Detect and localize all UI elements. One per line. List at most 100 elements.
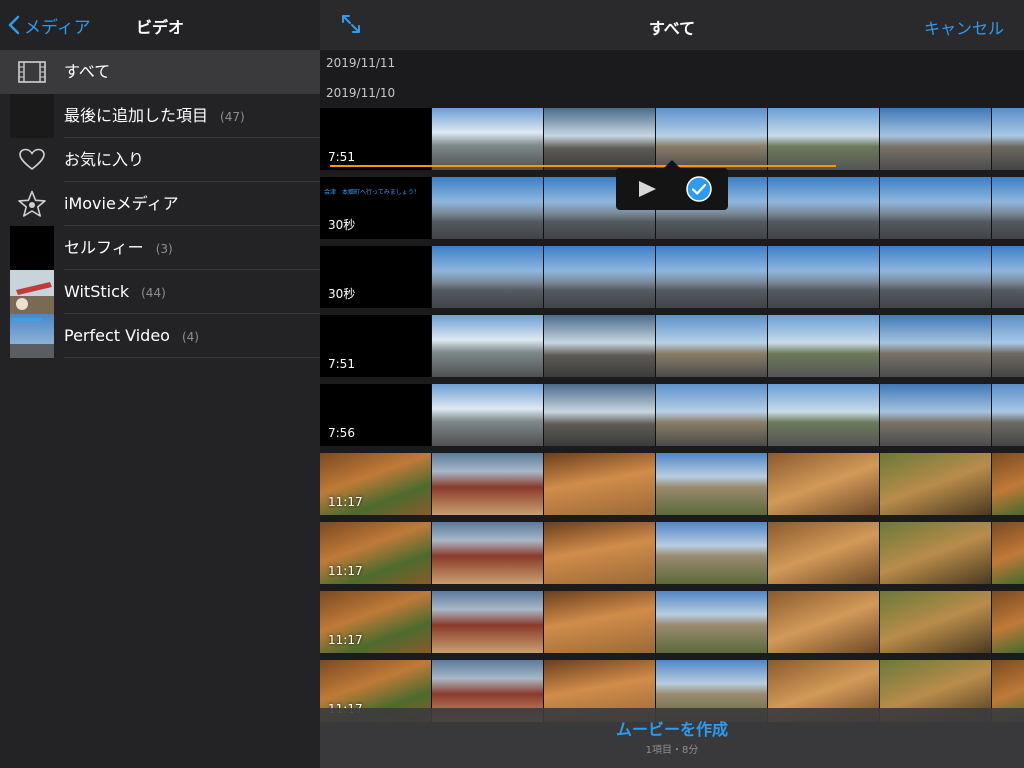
clip-action-popup [616, 160, 728, 210]
clip-thumbnail-frame [656, 591, 768, 653]
clip-duration: 7:51 [328, 150, 355, 164]
video-clip-row[interactable]: 30秒 [320, 246, 1024, 308]
clip-thumbnail-frame [432, 315, 544, 377]
sidebar-navbar: メディア ビデオ [0, 0, 320, 50]
clip-thumbnail-frame [656, 384, 768, 446]
clip-thumbnail-frame [992, 177, 1024, 239]
sidebar: メディア ビデオ すべて 最後に追加した項目 (47) お気に入り iMovie… [0, 0, 321, 768]
video-clip-row[interactable]: 7:51 [320, 315, 1024, 377]
clip-thumbnail-frame [992, 591, 1024, 653]
clip-thumbnail-frame [992, 246, 1024, 308]
sidebar-item-label: Perfect Video [64, 326, 170, 345]
clip-duration: 7:56 [328, 426, 355, 440]
clip-thumbnail-frame [992, 108, 1024, 170]
sidebar-item-all[interactable]: すべて [0, 50, 320, 94]
clip-thumbnail-frame [656, 453, 768, 515]
heart-icon [10, 138, 54, 182]
clip-thumbnail-frame [880, 384, 992, 446]
sidebar-item-label: セルフィー [64, 238, 144, 257]
item-count: (4) [181, 330, 199, 344]
clip-thumbnail-frame [880, 315, 992, 377]
sidebar-item-favorites[interactable]: お気に入り [0, 138, 320, 182]
sidebar-item-imovie-media[interactable]: iMovieメディア [0, 182, 320, 226]
sidebar-item-label: 最後に追加した項目 [64, 106, 209, 125]
clip-duration: 11:17 [328, 564, 363, 578]
clip-thumbnail-frame [656, 246, 768, 308]
film-icon [10, 50, 54, 94]
clip-thumbnail-frame [768, 177, 880, 239]
play-icon[interactable] [636, 178, 658, 200]
media-browser: すべて キャンセル 2019/11/11 2019/11/10 7:51 会津 本… [320, 0, 1024, 768]
date-header: 2019/11/11 [326, 56, 396, 70]
sidebar-item-label: iMovieメディア [64, 194, 179, 213]
video-clip-row[interactable]: 11:17 [320, 453, 1024, 515]
sidebar-item-witstick[interactable]: WitStick (44) [0, 270, 320, 314]
clip-duration: 30秒 [328, 218, 356, 232]
clip-thumbnail-frame [880, 177, 992, 239]
clip-thumbnail-frame [544, 108, 656, 170]
clip-thumbnail-frame [544, 591, 656, 653]
clip-thumbnail-frame [992, 453, 1024, 515]
clip-thumbnail-frame [768, 108, 880, 170]
sidebar-item-recent[interactable]: 最後に追加した項目 (47) [0, 94, 320, 138]
clip-thumbnail-frame [432, 384, 544, 446]
clip-thumbnail-frame [544, 384, 656, 446]
cancel-button[interactable]: キャンセル [924, 15, 1004, 39]
clip-duration: 7:51 [328, 357, 355, 371]
clip-thumbnail-frame [768, 591, 880, 653]
star-icon [10, 182, 54, 226]
clip-thumbnail-frame [880, 591, 992, 653]
clip-thumbnail-frame [544, 522, 656, 584]
item-count: (44) [141, 286, 166, 300]
clip-thumbnail-frame [432, 177, 544, 239]
sidebar-item-selfies[interactable]: セルフィー (3) [0, 226, 320, 270]
clip-thumbnail-frame [432, 522, 544, 584]
clip-thumbnail-frame [880, 453, 992, 515]
clip-thumbnail-frame [432, 108, 544, 170]
sidebar-item-perfect-video[interactable]: Perfect Video (4) [0, 314, 320, 358]
sidebar-item-label: WitStick [64, 282, 130, 301]
date-header: 2019/11/10 [326, 86, 396, 100]
clip-thumbnail-frame [432, 453, 544, 515]
perfect-video-thumbnail [10, 314, 54, 358]
video-clip-row[interactable]: 11:17 [320, 522, 1024, 584]
clip-thumbnail-frame [992, 315, 1024, 377]
sidebar-item-label: すべて [64, 62, 111, 81]
video-clip-row[interactable]: 7:56 [320, 384, 1024, 446]
page-title: すべて [648, 19, 696, 38]
clip-progress-bar [330, 165, 836, 167]
checkmark-icon[interactable] [686, 176, 712, 202]
clip-duration: 30秒 [328, 287, 356, 301]
sidebar-item-label: お気に入り [64, 150, 145, 169]
clip-thumbnail-frame [880, 108, 992, 170]
witstick-thumbnail [10, 270, 54, 314]
video-clip-row[interactable]: 11:17 [320, 591, 1024, 653]
clip-thumbnail-frame [544, 315, 656, 377]
clip-thumbnail-frame [544, 453, 656, 515]
clip-thumbnail-frame [768, 315, 880, 377]
clip-thumbnail-frame [880, 522, 992, 584]
clip-thumbnail-frame [768, 384, 880, 446]
create-movie-button[interactable]: ムービーを作成 [320, 716, 1024, 740]
media-navbar: すべて キャンセル [320, 0, 1024, 50]
clip-duration: 11:17 [328, 633, 363, 647]
item-count: (47) [220, 110, 245, 124]
clip-thumbnail-frame [656, 522, 768, 584]
album-list: すべて 最後に追加した項目 (47) お気に入り iMovieメディア セルフィ… [0, 50, 320, 358]
clip-thumbnail-frame [768, 246, 880, 308]
clip-thumbnail-frame [880, 246, 992, 308]
clip-thumbnail-frame [768, 453, 880, 515]
clip-thumbnail-frame [768, 522, 880, 584]
clip-title-caption: 会津 本郷町へ行ってみましょう！ [324, 189, 420, 196]
clip-thumbnail-frame [432, 246, 544, 308]
sidebar-title: ビデオ [135, 18, 184, 37]
clip-thumbnail-frame [432, 591, 544, 653]
clip-duration: 11:17 [328, 495, 363, 509]
clip-thumbnail-frame [544, 246, 656, 308]
clip-thumbnail-frame [656, 315, 768, 377]
bottom-toolbar: ムービーを作成 1項目・8分 [320, 708, 1024, 768]
item-count: (3) [155, 242, 173, 256]
clip-thumbnail-frame [992, 384, 1024, 446]
clip-thumbnail-frame [992, 522, 1024, 584]
selection-summary: 1項目・8分 [645, 745, 699, 756]
